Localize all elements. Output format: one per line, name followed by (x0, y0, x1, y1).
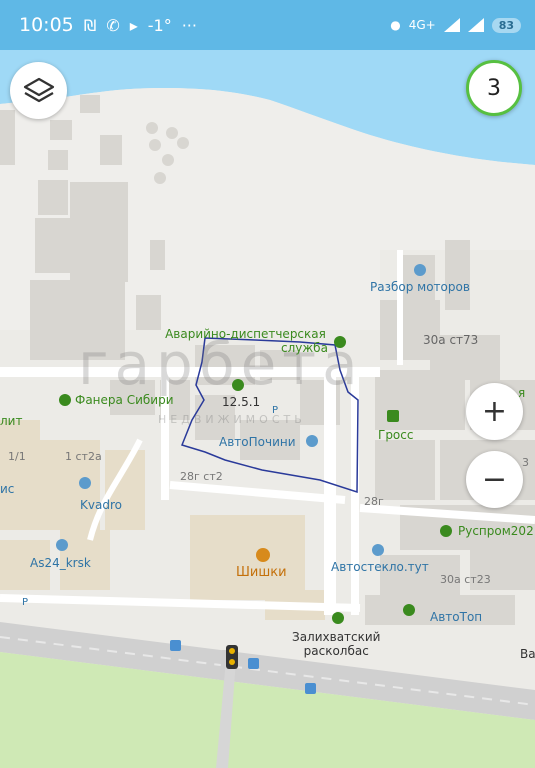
network-type-label: 4G+ (408, 18, 436, 32)
parking-label: P (22, 597, 29, 608)
poi-label-as24[interactable]: As24_krsk (30, 556, 91, 570)
badge-count: 3 (487, 75, 501, 101)
cut-label: Ва (520, 647, 535, 661)
poi-label-gross[interactable]: Гросс (378, 428, 413, 442)
car-service-icon (414, 264, 426, 276)
poi-label-parts[interactable]: Разбор моторов (370, 280, 470, 294)
plot-number-label: 12.5.1 (222, 395, 261, 409)
shop-icon (387, 410, 399, 422)
poi-label-shishki[interactable]: Шишки (236, 565, 287, 580)
layers-icon (23, 77, 54, 102)
status-bar: 10:05 ₪ ✆ ▸ -1° ··· ● 4G+ 83 (0, 0, 535, 50)
map-canvas[interactable] (0, 50, 535, 768)
nfc-icon: ₪ (83, 15, 97, 35)
whatsapp-icon: ✆ (106, 15, 120, 35)
address-label: 1 ст2а (65, 450, 102, 463)
poi-label-autotop[interactable]: АвтоТоп (430, 610, 482, 624)
poi-label-autofix[interactable]: АвтоПочини (219, 435, 296, 449)
zoom-out-button[interactable]: − (466, 451, 523, 508)
poi-label-emergency[interactable]: Аварийно-диспетчерская служба (163, 327, 328, 355)
badge-button[interactable]: 3 (466, 60, 522, 116)
bus-stop-icon (248, 658, 259, 669)
play-icon: ▸ (129, 15, 138, 35)
cut-label: 3 (522, 456, 529, 469)
poi-pin-icon (332, 612, 344, 624)
poi-label-autoglass[interactable]: Автостекло.тут (331, 560, 429, 574)
address-label: 1/1 (8, 450, 26, 463)
poi-label-rusprom[interactable]: Руспром202 (458, 524, 534, 538)
signal-icon (443, 18, 460, 32)
battery-level: 83 (491, 17, 521, 33)
more-dots: ··· (181, 15, 197, 35)
poi-label-plywood[interactable]: Фанера Сибири (75, 393, 174, 407)
bus-stop-icon (305, 683, 316, 694)
car-service-icon (56, 539, 68, 551)
poi-pin-icon (403, 604, 415, 616)
poi-label-zalikh[interactable]: Залихватский расколбас (292, 630, 380, 658)
poi-pin-icon (440, 525, 452, 537)
restaurant-icon (256, 548, 270, 562)
parking-label: P (272, 405, 279, 416)
car-service-icon (79, 477, 91, 489)
temperature-label: -1° (147, 15, 172, 35)
plus-icon: + (481, 393, 508, 429)
layers-button[interactable] (10, 62, 67, 119)
zoom-in-button[interactable]: + (466, 383, 523, 440)
car-service-icon (372, 544, 384, 556)
address-label: 30а ст23 (440, 573, 491, 586)
cut-label: лит (0, 414, 23, 428)
watermark-subtitle: НЕДВИЖИМОСТЬ (158, 413, 306, 426)
minus-icon: − (481, 461, 508, 497)
car-service-icon (306, 435, 318, 447)
traffic-light-icon (226, 645, 238, 669)
location-icon: ● (390, 18, 401, 32)
address-label: 28г (364, 495, 384, 508)
clock: 10:05 (19, 14, 74, 36)
address-label: 28г ст2 (180, 470, 223, 483)
signal-icon (467, 18, 484, 32)
address-label: 30а ст73 (423, 333, 479, 347)
poi-label-kvadro[interactable]: Kvadro (80, 498, 122, 512)
poi-pin-icon (59, 394, 71, 406)
cut-label: ис (0, 482, 15, 496)
bus-stop-icon (170, 640, 181, 651)
